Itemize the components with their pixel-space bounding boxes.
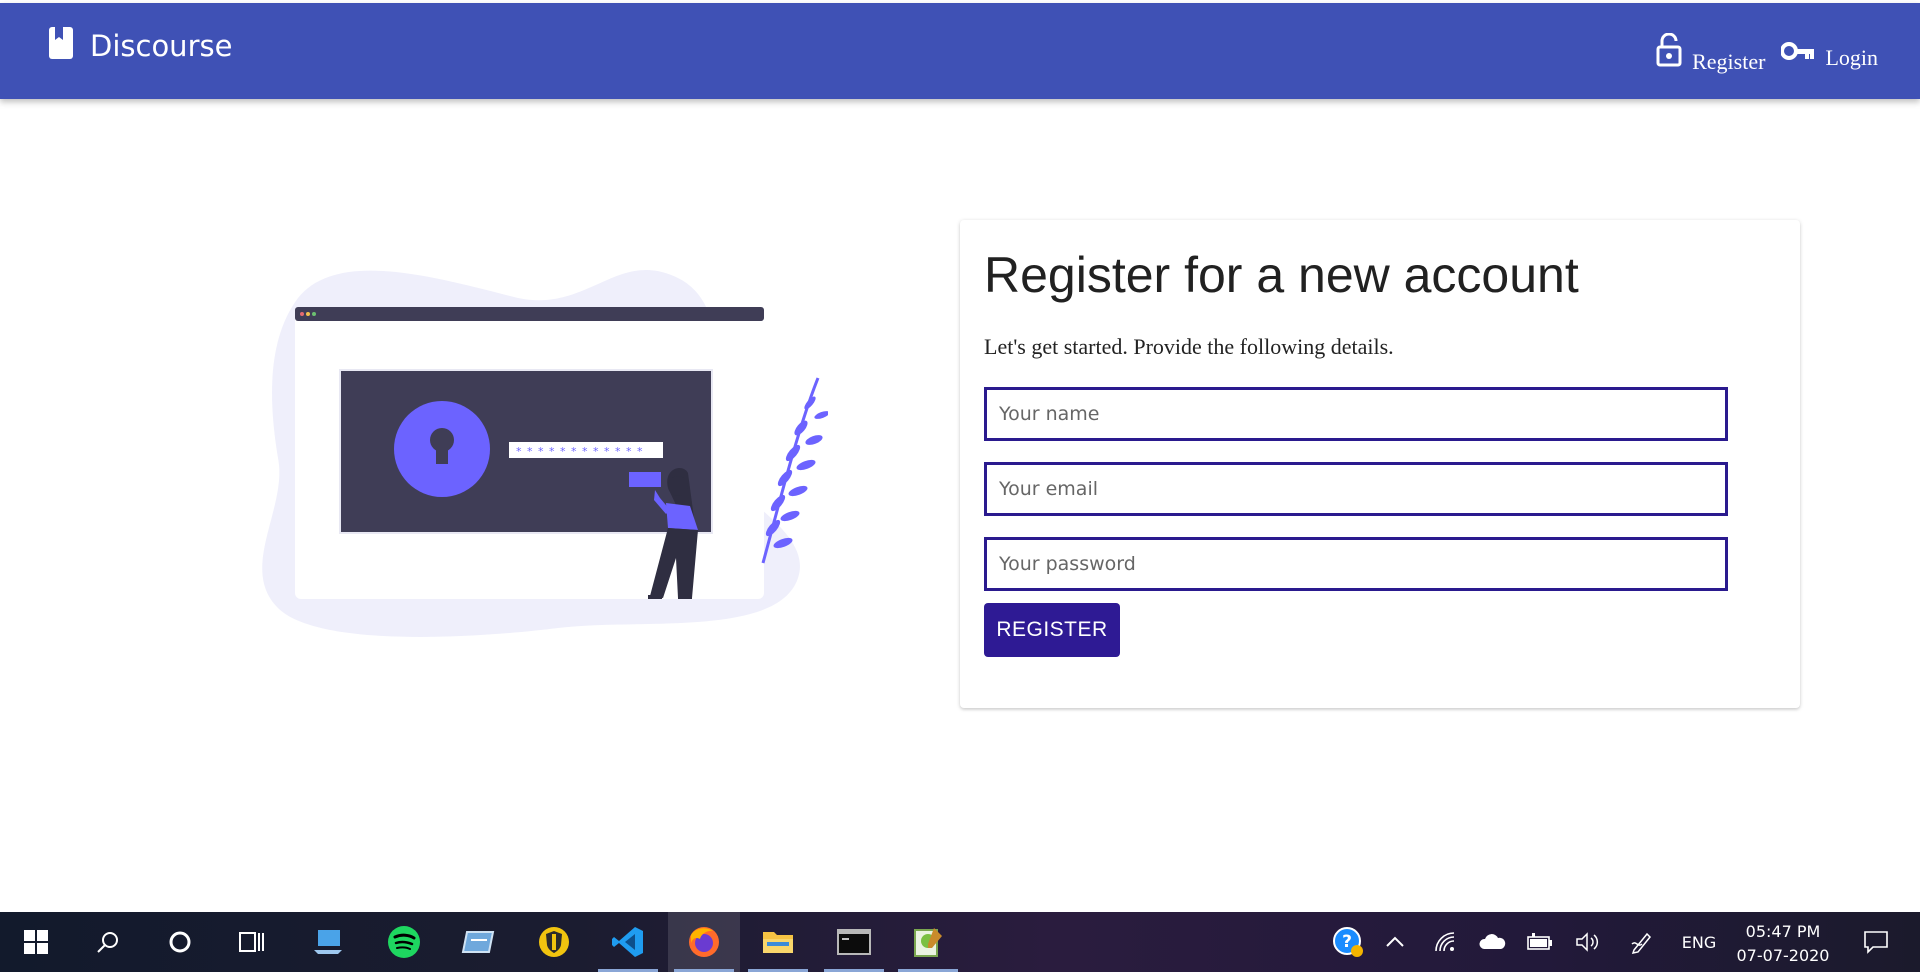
chevron-up-icon <box>1386 936 1404 947</box>
cortana-icon <box>169 931 191 953</box>
register-button[interactable]: REGISTER <box>984 603 1120 657</box>
submit-graphic <box>629 472 661 487</box>
security-illustration: * * * * * * * * * * * * <box>262 269 828 637</box>
spotify-icon <box>388 926 420 958</box>
book-icon <box>49 27 73 59</box>
tray-network[interactable] <box>1428 912 1464 972</box>
register-card: Register for a new account Let's get sta… <box>960 220 1800 708</box>
cloud-icon <box>1479 934 1506 949</box>
navbar: Discourse Register Login <box>0 3 1920 99</box>
vscode-icon <box>612 927 643 957</box>
taskbar-vscode[interactable] <box>592 912 664 972</box>
clock-time: 05:47 PM <box>1745 922 1821 941</box>
svg-text:?: ? <box>1342 932 1352 952</box>
notes-app-icon <box>461 931 495 953</box>
speaker-icon <box>1576 932 1599 952</box>
folder-icon <box>763 932 793 953</box>
nav-login-label: Login <box>1825 45 1878 70</box>
taskbar-notepad-plus[interactable] <box>892 912 964 972</box>
nav-login-link[interactable]: Login <box>1781 37 1878 70</box>
task-view-icon <box>239 932 264 952</box>
help-icon: ? <box>1333 927 1363 957</box>
clock-date: 07-07-2020 <box>1736 946 1830 965</box>
taskbar-firefox[interactable] <box>668 912 740 972</box>
taskbar-spotify[interactable] <box>368 912 440 972</box>
svg-text:* * * * * * * * * * * *: * * * * * * * * * * * * <box>516 445 643 458</box>
tray-help[interactable]: ? <box>1328 912 1368 972</box>
browser-titlebar <box>295 307 764 321</box>
notepad-plus-icon <box>914 928 942 957</box>
windows-taskbar: ? ENG 05:47 PM 07-07-2020 <box>0 912 1920 972</box>
lock-open-icon <box>1656 33 1682 67</box>
taskbar-search-button[interactable] <box>72 912 144 972</box>
tray-show-hidden[interactable] <box>1380 912 1410 972</box>
laptop-icon <box>314 930 342 954</box>
name-input[interactable] <box>984 387 1728 441</box>
taskbar-terminal[interactable] <box>818 912 890 972</box>
wifi-icon <box>1435 932 1455 952</box>
key-icon <box>1781 42 1815 60</box>
tray-onedrive[interactable] <box>1474 912 1510 972</box>
tray-volume[interactable] <box>1570 912 1606 972</box>
taskbar-file-explorer[interactable] <box>742 912 814 972</box>
nav-register-label: Register <box>1692 49 1766 74</box>
brand-name: Discourse <box>90 29 233 63</box>
cortana-button[interactable] <box>144 912 216 972</box>
action-center-button[interactable] <box>1850 912 1902 972</box>
brand-link[interactable]: Discourse <box>48 27 233 63</box>
battery-icon <box>1527 933 1552 950</box>
nav-links: Register Login <box>1640 33 1878 74</box>
task-view-button[interactable] <box>216 912 288 972</box>
tray-pen[interactable] <box>1624 912 1660 972</box>
taskbar-notes-app[interactable] <box>442 912 514 972</box>
tray-clock[interactable]: 05:47 PM 07-07-2020 <box>1718 920 1848 968</box>
page-subtitle: Let's get started. Provide the following… <box>984 334 1394 359</box>
firefox-icon <box>689 927 719 957</box>
taskbar-this-pc[interactable] <box>292 912 364 972</box>
page-title: Register for a new account <box>984 247 1579 303</box>
terminal-icon <box>837 929 871 955</box>
windows-logo-icon <box>24 930 48 954</box>
search-icon <box>97 932 118 953</box>
password-input[interactable] <box>984 537 1728 591</box>
tray-language[interactable]: ENG <box>1676 912 1722 972</box>
email-input[interactable] <box>984 462 1728 516</box>
start-button[interactable] <box>0 912 72 972</box>
taskbar-security-app[interactable] <box>518 912 590 972</box>
notification-icon <box>1864 931 1888 954</box>
nav-register-link[interactable]: Register <box>1656 33 1765 74</box>
tray-battery[interactable] <box>1522 912 1558 972</box>
shield-icon <box>539 927 569 957</box>
pen-icon <box>1631 932 1652 954</box>
